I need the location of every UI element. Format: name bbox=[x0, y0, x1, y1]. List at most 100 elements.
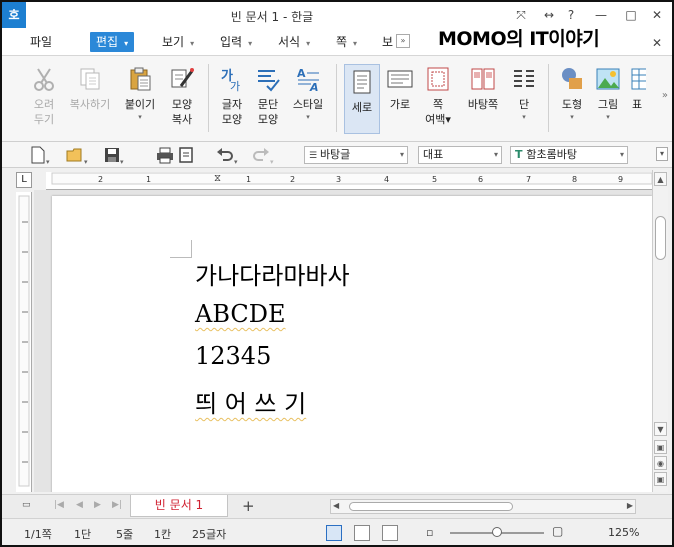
landscape-icon bbox=[387, 70, 413, 88]
portrait-button[interactable]: 세로 bbox=[344, 64, 380, 134]
zoom-level[interactable]: 125% bbox=[608, 526, 639, 539]
menu-file[interactable]: 파일 bbox=[30, 32, 52, 52]
vertical-scroll-thumb[interactable] bbox=[655, 216, 666, 260]
cut-button[interactable]: 오려 두기 bbox=[22, 62, 66, 127]
watermark-text: MOMO의 IT이야기 bbox=[438, 28, 600, 50]
char-shape-icon: 가가 bbox=[221, 69, 240, 92]
ruler-tick-label: 7 bbox=[526, 175, 532, 184]
chevron-down-icon: ▾ bbox=[399, 150, 404, 159]
normal-view-icon[interactable] bbox=[326, 525, 342, 541]
redo-button[interactable]: ▾ bbox=[252, 146, 274, 166]
master-page-icon bbox=[471, 68, 495, 90]
new-document-button[interactable]: ▾ bbox=[30, 146, 50, 166]
width-view-icon[interactable] bbox=[354, 525, 370, 541]
format-painter-button[interactable]: 모양 복사 bbox=[160, 62, 204, 127]
page-margin-button[interactable]: 쪽 여백▾ bbox=[416, 62, 460, 127]
scissors-icon bbox=[34, 68, 54, 91]
scroll-up-icon[interactable]: ▲ bbox=[654, 172, 667, 186]
ruler-tick-label: 5 bbox=[432, 175, 438, 184]
scroll-right-icon[interactable]: ▶ bbox=[627, 501, 633, 510]
document-page[interactable]: 가나다라마바사 ABCDE 12345 띄 어 쓰 기 bbox=[52, 196, 652, 492]
paragraph-style-icon: ☰ bbox=[309, 151, 320, 161]
menu-view[interactable]: 보기 ▾ bbox=[162, 32, 194, 52]
document-tab-bar: ▭ |◀ ◀ ▶ ▶| 빈 문서 1 + ◀ ▶ bbox=[2, 494, 672, 518]
columns-icon bbox=[514, 70, 534, 87]
tab-list-icon[interactable]: ▭ bbox=[22, 500, 31, 510]
vertical-ruler[interactable] bbox=[16, 192, 32, 492]
document-line[interactable]: 12345 bbox=[195, 342, 271, 370]
picture-button[interactable]: 그림 ▾ bbox=[586, 62, 630, 122]
picture-icon bbox=[596, 68, 620, 90]
horizontal-scroll-thumb[interactable] bbox=[349, 502, 513, 511]
horizontal-ruler[interactable]: 2 1 ⧖ 1 2 3 4 5 6 7 8 9 bbox=[46, 172, 652, 190]
undo-icon bbox=[217, 148, 233, 161]
language-combo[interactable]: 대표 ▾ bbox=[418, 146, 502, 164]
prev-page-icon[interactable]: ▣ bbox=[654, 440, 667, 454]
tab-next-icon[interactable]: ▶ bbox=[94, 500, 101, 510]
copy-button[interactable]: 복사하기 bbox=[66, 62, 114, 112]
maximize-button[interactable]: □ bbox=[620, 6, 642, 24]
zoom-out-icon[interactable]: ▫ bbox=[426, 526, 433, 539]
page-view-icon[interactable] bbox=[382, 525, 398, 541]
next-page-icon[interactable]: ▣ bbox=[654, 472, 667, 486]
more-menu-button[interactable]: » bbox=[396, 34, 410, 48]
window-title: 빈 문서 1 - 한글 bbox=[230, 10, 314, 24]
vertical-ruler-ticks bbox=[18, 195, 30, 487]
status-page[interactable]: 1/1쪽 bbox=[24, 526, 52, 542]
menu-edit[interactable]: 편집 ▾ bbox=[90, 32, 135, 52]
indent-marker-icon[interactable]: ⧖ bbox=[214, 173, 221, 184]
status-char-count: 25글자 bbox=[192, 528, 227, 541]
toolbar-expand-button[interactable]: ▾ bbox=[656, 147, 668, 161]
document-area[interactable]: 가나다라마바사 ABCDE 12345 띄 어 쓰 기 bbox=[34, 190, 652, 492]
tab-prev-icon[interactable]: ◀ bbox=[76, 500, 83, 510]
paste-button[interactable]: 붙이기 ▾ bbox=[118, 62, 162, 122]
menu-page[interactable]: 쪽 ▾ bbox=[336, 32, 357, 52]
tab-document[interactable]: 빈 문서 1 bbox=[130, 495, 228, 517]
undo-button[interactable]: ▾ bbox=[216, 146, 238, 166]
ruler-tick-label: 2 bbox=[290, 175, 296, 184]
fullscreen-icon[interactable]: ⤧ bbox=[510, 6, 532, 24]
paragraph-shape-button[interactable]: 문단 모양 bbox=[246, 62, 290, 127]
format-painter-icon bbox=[171, 68, 194, 88]
document-line[interactable]: ABCDE bbox=[195, 300, 286, 328]
master-page-button[interactable]: 바탕쪽 bbox=[460, 62, 506, 112]
scroll-left-icon[interactable]: ◀ bbox=[333, 501, 339, 510]
font-combo[interactable]: T 함초롬바탕 ▾ bbox=[510, 146, 628, 164]
menu-format[interactable]: 서식 ▾ bbox=[278, 32, 310, 52]
horizontal-scrollbar[interactable]: ◀ ▶ bbox=[330, 499, 636, 514]
document-line[interactable]: 띄 어 쓰 기 bbox=[195, 384, 306, 419]
preview-icon bbox=[179, 147, 193, 163]
new-document-icon bbox=[31, 146, 45, 164]
tab-last-icon[interactable]: ▶| bbox=[112, 500, 122, 510]
ribbon-separator bbox=[548, 64, 549, 132]
scroll-down-icon[interactable]: ▼ bbox=[654, 422, 667, 436]
style-combo[interactable]: ☰ 바탕글 ▾ bbox=[304, 146, 408, 164]
print-button[interactable] bbox=[156, 146, 174, 164]
save-button[interactable]: ▾ bbox=[104, 146, 124, 166]
close-button[interactable]: ✕ bbox=[646, 6, 668, 24]
document-line[interactable]: 가나다라마바사 bbox=[195, 256, 350, 291]
help-button[interactable]: ? bbox=[560, 6, 582, 24]
select-object-icon[interactable]: ◉ bbox=[654, 456, 667, 470]
doc-close-button[interactable]: ✕ bbox=[646, 34, 668, 52]
columns-button[interactable]: 단 ▾ bbox=[502, 62, 546, 122]
menu-insert[interactable]: 입력 ▾ bbox=[220, 32, 252, 52]
folder-icon bbox=[66, 148, 82, 162]
add-tab-button[interactable]: + bbox=[242, 497, 255, 515]
status-bar: 1/1쪽 1단 5줄 1칸 25글자 ▫ ▢ 125% bbox=[2, 518, 672, 545]
margin-corner-mark bbox=[170, 240, 192, 258]
tab-first-icon[interactable]: |◀ bbox=[54, 500, 64, 510]
vertical-scrollbar[interactable]: ▲ ▼ ▣ ◉ ▣ bbox=[652, 170, 668, 492]
minimize-button[interactable]: — bbox=[590, 6, 612, 24]
ruler-corner-tab-icon[interactable]: L bbox=[16, 172, 32, 188]
ruler-tick-label: 3 bbox=[336, 175, 342, 184]
zoom-slider-knob[interactable] bbox=[492, 527, 502, 537]
preview-button[interactable] bbox=[178, 146, 194, 164]
zoom-in-icon[interactable]: ▢ bbox=[552, 524, 563, 538]
ribbon-scroll-right-icon[interactable]: » bbox=[662, 90, 668, 101]
open-folder-button[interactable]: ▾ bbox=[66, 146, 88, 166]
chevron-down-icon: ▾ bbox=[190, 39, 195, 48]
style-button[interactable]: AA 스타일 ▾ bbox=[286, 62, 330, 122]
table-button[interactable]: 표 bbox=[626, 62, 646, 112]
width-fit-icon[interactable]: ↔ bbox=[538, 6, 560, 24]
